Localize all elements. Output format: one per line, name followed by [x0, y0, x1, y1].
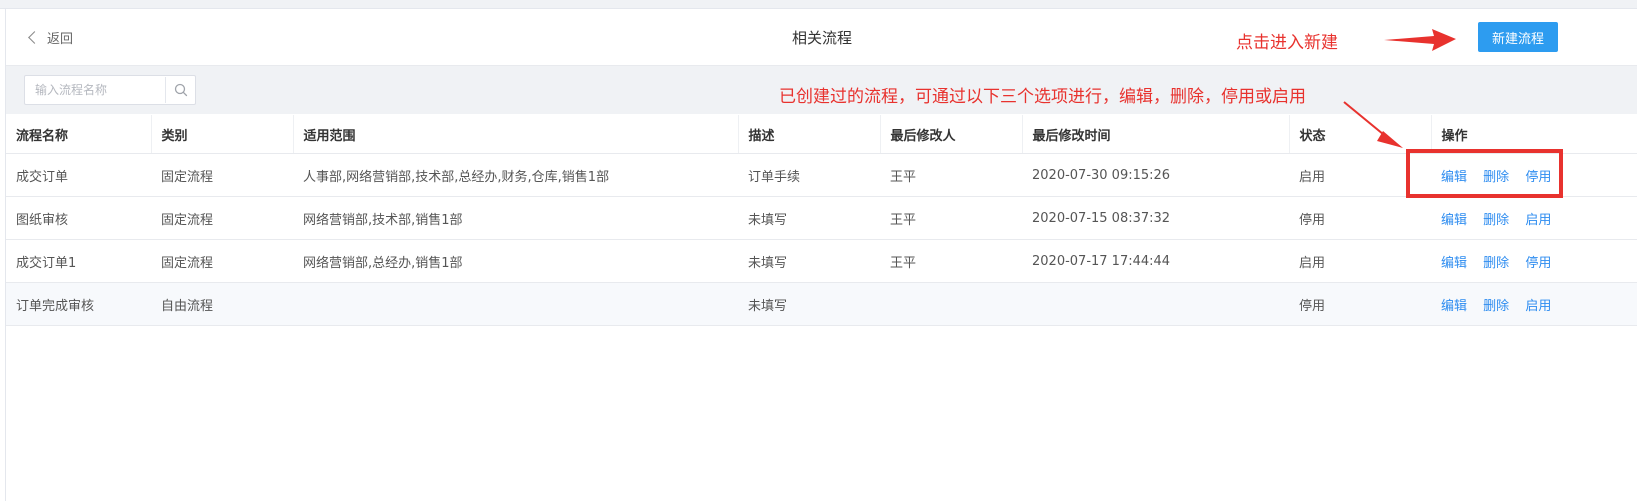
search-box [24, 75, 196, 105]
cell-time: 2020-07-30 09:15:26 [1022, 153, 1289, 197]
cell-category: 固定流程 [151, 196, 293, 240]
cell-status: 启用 [1289, 239, 1431, 283]
edit-link[interactable]: 编辑 [1441, 170, 1467, 185]
cell-time: 2020-07-17 17:44:44 [1022, 239, 1289, 283]
delete-link[interactable]: 删除 [1483, 213, 1509, 228]
cell-desc: 未填写 [738, 196, 880, 240]
cell-name: 成交订单 [6, 153, 151, 197]
edit-link[interactable]: 编辑 [1441, 299, 1467, 314]
delete-link[interactable]: 删除 [1483, 170, 1509, 185]
cell-status: 启用 [1289, 153, 1431, 197]
table-row: 成交订单1 固定流程 网络营销部,总经办,销售1部 未填写 王平 2020-07… [6, 239, 1637, 283]
edit-link[interactable]: 编辑 [1441, 213, 1467, 228]
cell-modifier: 王平 [880, 239, 1022, 283]
cell-name: 图纸审核 [6, 196, 151, 240]
cell-time [1022, 282, 1289, 326]
delete-link[interactable]: 删除 [1483, 256, 1509, 271]
column-header-name: 流程名称 [6, 115, 152, 154]
cell-ops: 编辑 删除 启用 [1431, 282, 1637, 326]
cell-ops: 编辑 删除 停用 [1431, 239, 1637, 283]
cell-category: 固定流程 [151, 239, 293, 283]
cell-scope [293, 282, 738, 326]
cell-ops: 编辑 删除 启用 [1431, 196, 1637, 240]
column-header-status: 状态 [1289, 115, 1432, 154]
toggle-status-link[interactable]: 停用 [1525, 170, 1551, 185]
column-header-category: 类别 [151, 115, 294, 154]
cell-status: 停用 [1289, 282, 1431, 326]
column-header-time: 最后修改时间 [1022, 115, 1290, 154]
main-panel: 返回 相关流程 新建流程 输入流程名称 流程名称 类别 适用范围 描述 最后修改… [5, 9, 1637, 501]
cell-modifier: 王平 [880, 153, 1022, 197]
toggle-status-link[interactable]: 停用 [1525, 256, 1551, 271]
annotation-new-hint: 点击进入新建 [1236, 33, 1338, 53]
column-header-modifier: 最后修改人 [880, 115, 1023, 154]
cell-scope: 人事部,网络营销部,技术部,总经办,财务,仓库,销售1部 [293, 153, 738, 197]
cell-time: 2020-07-15 08:37:32 [1022, 196, 1289, 240]
cell-desc: 未填写 [738, 282, 880, 326]
search-icon [174, 83, 187, 97]
cell-category: 固定流程 [151, 153, 293, 197]
column-header-desc: 描述 [738, 115, 881, 154]
cell-scope: 网络营销部,技术部,销售1部 [293, 196, 738, 240]
cell-name: 成交订单1 [6, 239, 151, 283]
page: 返回 相关流程 新建流程 输入流程名称 流程名称 类别 适用范围 描述 最后修改… [0, 0, 1637, 501]
cell-desc: 订单手续 [738, 153, 880, 197]
annotation-ops-hint: 已创建过的流程，可通过以下三个选项进行，编辑，删除，停用或启用 [779, 87, 1306, 107]
search-input[interactable] [25, 77, 165, 103]
page-title: 相关流程 [791, 29, 852, 47]
edit-link[interactable]: 编辑 [1441, 256, 1467, 271]
table-row: 订单完成审核 自由流程 未填写 停用 编辑 删除 启用 [6, 282, 1637, 326]
new-process-button[interactable]: 新建流程 [1478, 22, 1558, 52]
delete-link[interactable]: 删除 [1483, 299, 1509, 314]
column-header-scope: 适用范围 [293, 115, 739, 154]
process-table: 流程名称 类别 适用范围 描述 最后修改人 最后修改时间 状态 操作 成交订单 … [6, 115, 1637, 326]
cell-modifier: 王平 [880, 196, 1022, 240]
toggle-status-link[interactable]: 启用 [1525, 299, 1551, 314]
cell-name: 订单完成审核 [6, 282, 151, 326]
cell-desc: 未填写 [738, 239, 880, 283]
cell-modifier [880, 282, 1022, 326]
cell-status: 停用 [1289, 196, 1431, 240]
cell-category: 自由流程 [151, 282, 293, 326]
table-row: 图纸审核 固定流程 网络营销部,技术部,销售1部 未填写 王平 2020-07-… [6, 196, 1637, 240]
search-button[interactable] [165, 77, 195, 103]
top-strip [0, 0, 1637, 9]
column-header-ops: 操作 [1431, 115, 1637, 154]
toggle-status-link[interactable]: 启用 [1525, 213, 1551, 228]
page-header: 返回 相关流程 新建流程 [6, 9, 1637, 66]
cell-scope: 网络营销部,总经办,销售1部 [293, 239, 738, 283]
table-header-row: 流程名称 类别 适用范围 描述 最后修改人 最后修改时间 状态 操作 [6, 115, 1637, 154]
table-row: 成交订单 固定流程 人事部,网络营销部,技术部,总经办,财务,仓库,销售1部 订… [6, 153, 1637, 197]
cell-ops: 编辑 删除 停用 [1431, 153, 1637, 197]
